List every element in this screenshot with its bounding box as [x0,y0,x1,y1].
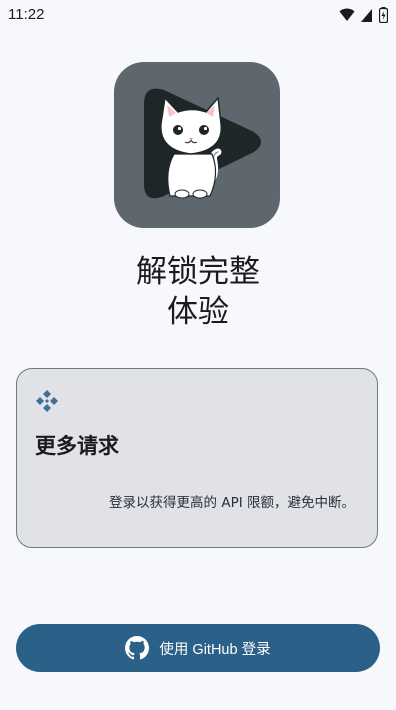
page-title-line-2: 体验 [167,294,229,330]
status-bar: 11:22 [0,0,396,30]
status-icons [339,6,388,24]
github-login-button[interactable]: 使用 GitHub 登录 [16,624,380,672]
kodi-icon [36,390,58,412]
cat-play-logo-icon [144,88,261,199]
page-title: 解锁完整 体验 [0,252,396,332]
page-title-line-1: 解锁完整 [136,254,260,290]
app-logo [114,62,280,228]
wifi-icon [339,8,355,21]
signal-icon [361,8,372,22]
github-login-label: 使用 GitHub 登录 [159,641,271,658]
status-time: 11:22 [8,6,45,23]
github-icon [125,636,150,660]
battery-icon [379,7,388,23]
feature-description: 登录以获得更高的 API 限额，避免中断。 [109,495,355,511]
feature-title: 更多请求 [35,434,119,458]
feature-card-more-requests: 更多请求 登录以获得更高的 API 限额，避免中断。 [16,368,378,548]
